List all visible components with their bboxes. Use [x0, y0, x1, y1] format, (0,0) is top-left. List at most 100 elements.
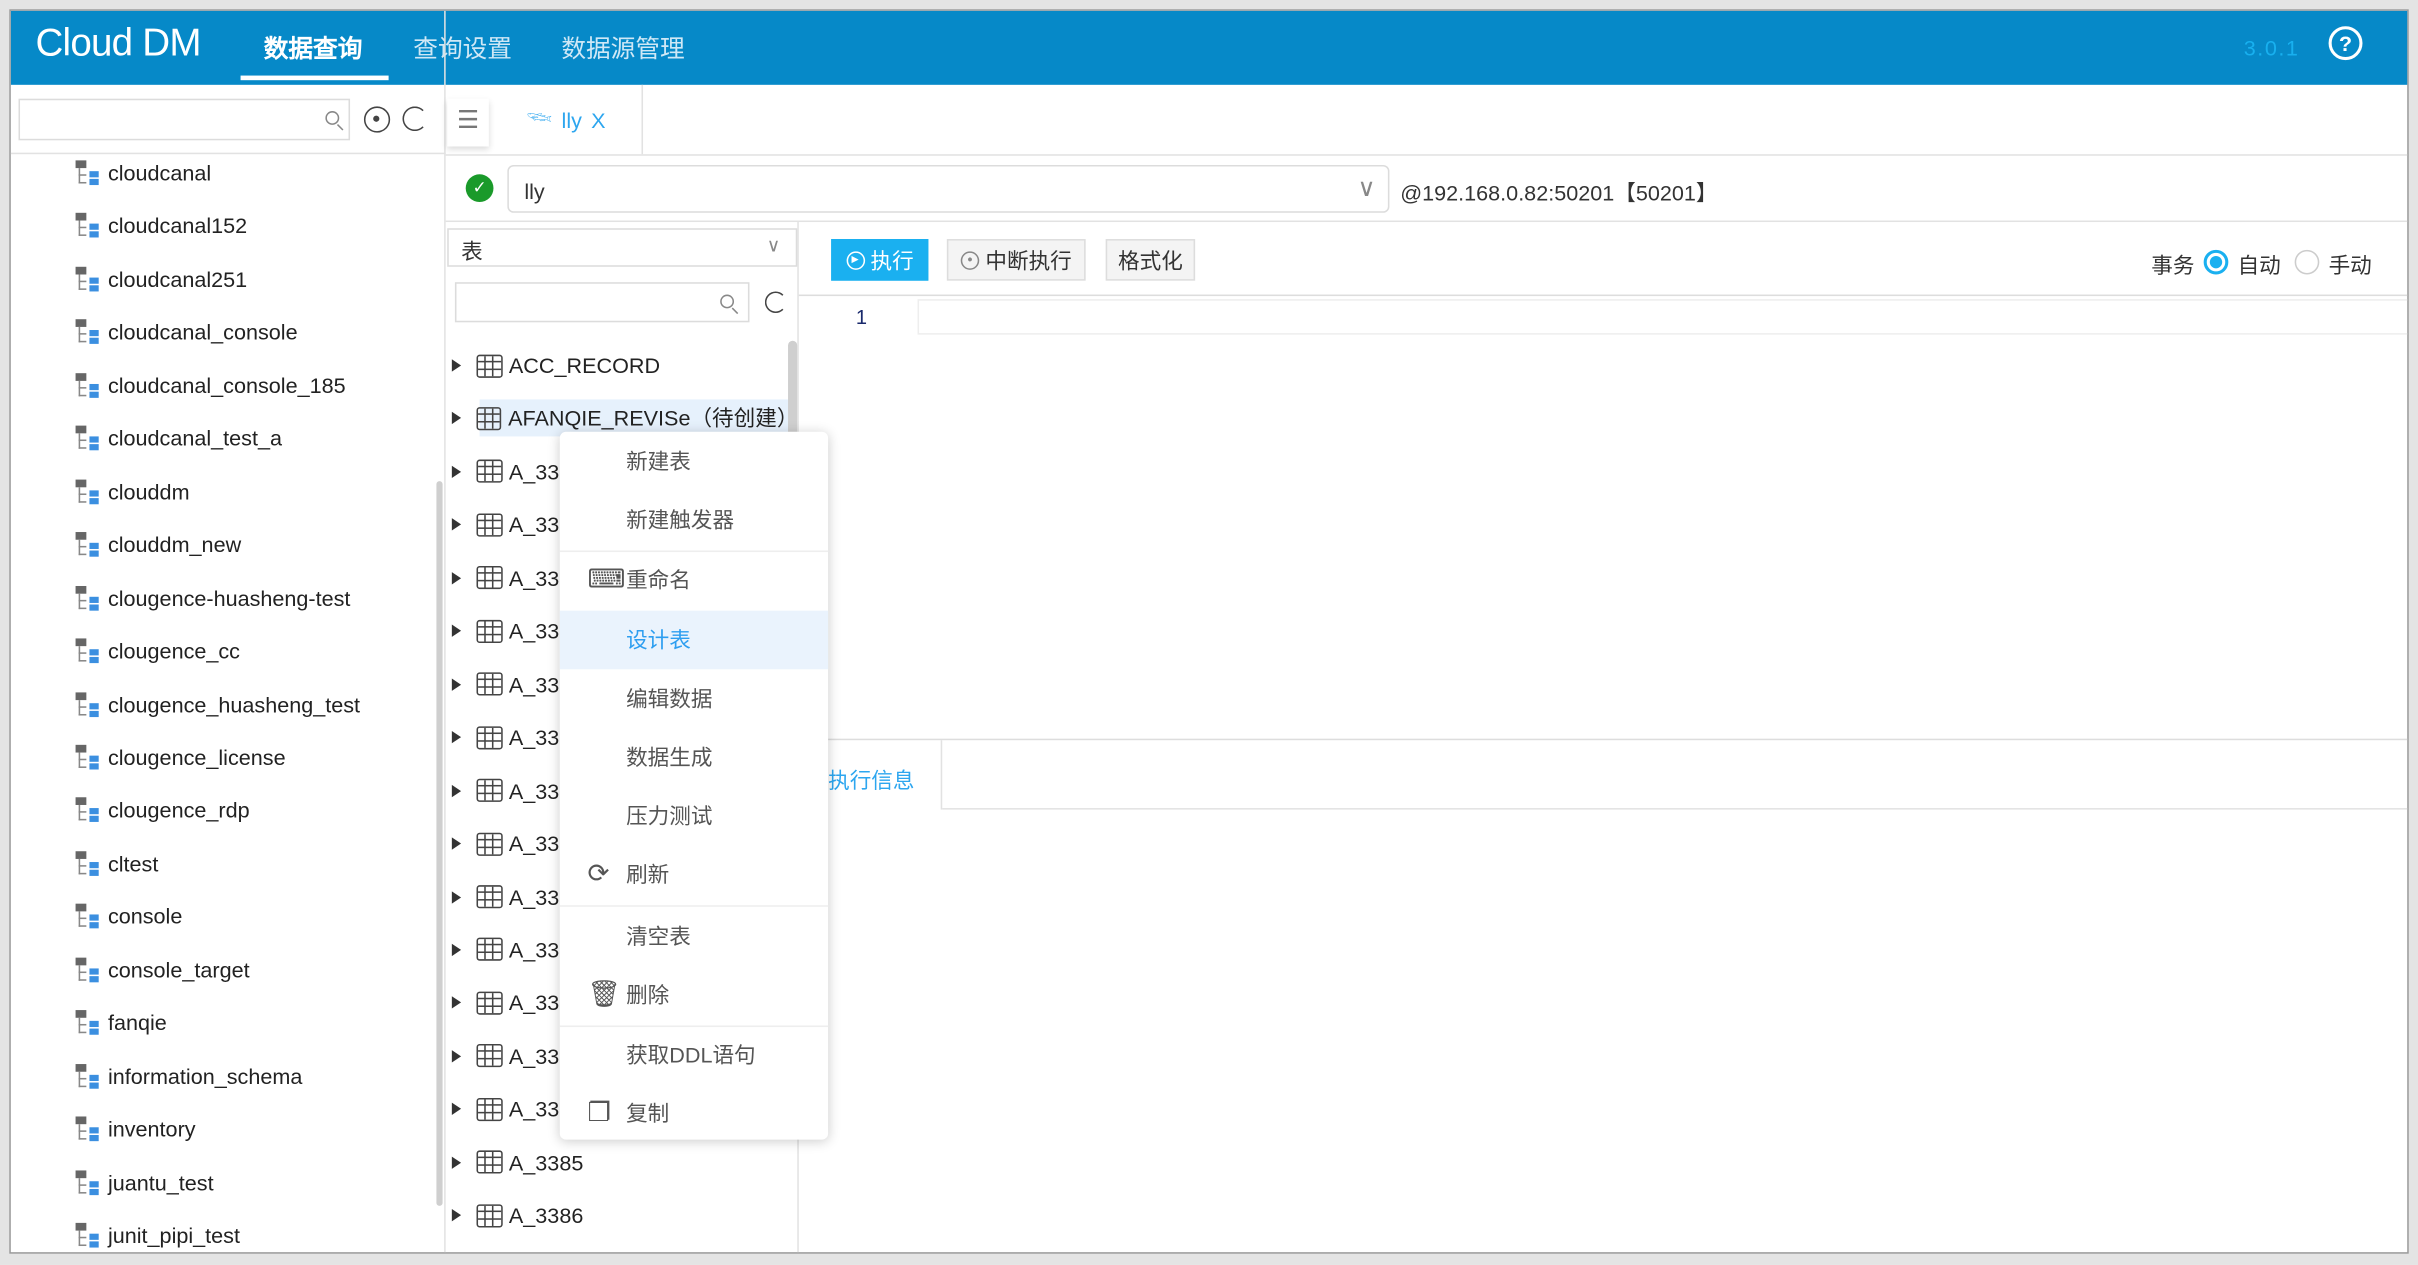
menu-item[interactable]: ⌨ 重命名 [560, 551, 828, 610]
sql-editor[interactable] [917, 299, 2408, 335]
menu-item-label: 设计表 [626, 627, 691, 652]
db-tree-item[interactable]: clougence_huasheng_test [75, 689, 360, 720]
locate-icon[interactable] [363, 106, 391, 133]
database-icon [75, 797, 104, 823]
menu-item[interactable]: 🗑 删除 [560, 965, 828, 1024]
table-name: A_33 [508, 778, 560, 803]
menu-item[interactable]: 设计表 [559, 610, 829, 669]
table-row[interactable]: A_3385 [446, 1144, 788, 1181]
expand-arrow-icon[interactable] [451, 678, 462, 691]
expand-arrow-icon[interactable] [451, 1049, 462, 1063]
table-icon [476, 1150, 503, 1174]
chevron-down-icon: ∨ [766, 234, 781, 256]
refresh-tables-icon[interactable] [764, 291, 787, 314]
table-row[interactable]: A_3386 [446, 1197, 788, 1234]
expand-arrow-icon[interactable] [451, 996, 462, 1010]
expand-arrow-icon[interactable] [451, 571, 462, 585]
menu-item[interactable]: 新建触发器 [560, 491, 828, 550]
sidebar-scrollbar[interactable] [436, 481, 443, 1206]
menu-item[interactable]: 清空表 [560, 906, 828, 965]
db-name: junit_pipi_test [107, 1222, 240, 1248]
menu-item[interactable]: 压力测试 [560, 787, 828, 846]
object-type-select[interactable]: 表 ∨ [447, 228, 798, 267]
database-select[interactable]: lly ∨ [507, 165, 1390, 213]
line-number: 1 [855, 305, 868, 329]
table-search-input[interactable] [454, 282, 750, 323]
menu-item[interactable]: ❐ 复制 [560, 1084, 828, 1143]
db-name: cloudcanal152 [107, 213, 248, 239]
db-name: inventory [107, 1116, 196, 1142]
tab-lly[interactable]: 𓆝 lly X [490, 84, 644, 155]
close-tab-icon[interactable]: X [591, 107, 605, 132]
menu-item-label: 刷新 [626, 862, 670, 888]
db-name: cloudcanal_console_185 [107, 372, 346, 398]
expand-arrow-icon[interactable] [451, 890, 462, 903]
menu-item[interactable]: 获取DDL语句 [560, 1025, 828, 1084]
transaction-manual-radio[interactable] [2294, 249, 2320, 275]
database-icon [75, 744, 104, 770]
database-icon [75, 850, 104, 876]
db-tree-item[interactable]: inventory [75, 1114, 196, 1145]
menu-item-label: 删除 [626, 982, 670, 1007]
db-tree-item[interactable]: fanqie [75, 1007, 167, 1038]
db-tree-item[interactable]: cloudcanal_console [75, 317, 298, 348]
app-stage: Cloud DM 数据查询 查询设置 数据源管理 3.0.1 ? cloudca… [0, 0, 2418, 1265]
refresh-icon[interactable] [402, 106, 428, 132]
nav-query-settings[interactable]: 查询设置 [413, 28, 512, 65]
db-tree-item[interactable]: cloudcanal152 [75, 210, 248, 241]
expand-arrow-icon[interactable] [451, 943, 462, 957]
db-name: clougence_rdp [107, 797, 250, 823]
nav-data-query[interactable]: 数据查询 [264, 28, 363, 65]
menu-item[interactable]: 编辑数据 [560, 669, 828, 728]
menu-item[interactable]: 新建表 [560, 432, 828, 491]
expand-arrow-icon[interactable] [451, 784, 462, 797]
db-name: cloudcanal_test_a [107, 426, 283, 451]
menu-item[interactable]: 数据生成 [560, 728, 828, 787]
db-tree-item[interactable]: clouddm [75, 476, 190, 507]
table-name: A_33 [508, 990, 560, 1016]
db-tree-item[interactable]: cloudcanal_test_a [75, 423, 283, 454]
table-icon [476, 1203, 503, 1228]
db-tree-item[interactable]: clougence_cc [75, 635, 240, 666]
menu-item[interactable]: ⟳ 刷新 [560, 846, 828, 905]
execute-button[interactable]: ▶ 执行 [831, 239, 929, 281]
collapse-sidebar-button[interactable]: ☰ [447, 98, 489, 147]
db-tree-item[interactable]: cltest [75, 848, 158, 879]
db-tree-item[interactable]: clougence-huasheng-test [75, 582, 351, 613]
db-tree-item[interactable]: juantu_test [75, 1167, 214, 1198]
expand-arrow-icon[interactable] [451, 1209, 462, 1222]
db-tree-item[interactable]: console_target [75, 954, 250, 985]
transaction-auto-radio[interactable] [2203, 249, 2229, 275]
db-tree-item[interactable]: cloudcanal_console_185 [75, 370, 346, 401]
database-icon [75, 957, 104, 982]
db-tree-item[interactable]: junit_pipi_test [75, 1220, 240, 1251]
db-tree-item[interactable]: cloudcanal [75, 157, 212, 188]
db-name: clougence-huasheng-test [107, 585, 351, 611]
interrupt-button[interactable]: ● 中断执行 [946, 239, 1086, 281]
expand-arrow-icon[interactable] [451, 624, 462, 638]
table-icon [476, 566, 503, 590]
db-tree-item[interactable]: cloudcanal251 [75, 264, 248, 295]
expand-arrow-icon[interactable] [451, 837, 462, 850]
db-tree-item[interactable]: information_schema [75, 1060, 302, 1091]
db-search-input[interactable] [18, 98, 351, 141]
expand-arrow-icon[interactable] [451, 518, 462, 532]
expand-arrow-icon[interactable] [451, 465, 462, 478]
expand-arrow-icon[interactable] [451, 1103, 462, 1116]
db-tree-item[interactable]: clougence_rdp [75, 795, 250, 826]
format-button[interactable]: 格式化 [1105, 239, 1196, 281]
expand-arrow-icon[interactable] [451, 359, 462, 372]
db-tree-item[interactable]: console [75, 901, 182, 932]
expand-arrow-icon[interactable] [451, 731, 462, 744]
database-icon [75, 266, 104, 292]
active-nav-underline [240, 75, 389, 81]
copy-icon: ❐ [587, 1098, 612, 1128]
help-icon[interactable]: ? [2328, 26, 2363, 61]
db-name: cloudcanal [107, 160, 212, 186]
table-row[interactable]: ACC_RECORD [446, 347, 788, 384]
nav-datasource-management[interactable]: 数据源管理 [561, 28, 684, 65]
expand-arrow-icon[interactable] [451, 412, 462, 425]
db-tree-item[interactable]: clougence_license [75, 742, 286, 773]
expand-arrow-icon[interactable] [451, 1156, 462, 1169]
db-tree-item[interactable]: clouddm_new [75, 529, 241, 560]
